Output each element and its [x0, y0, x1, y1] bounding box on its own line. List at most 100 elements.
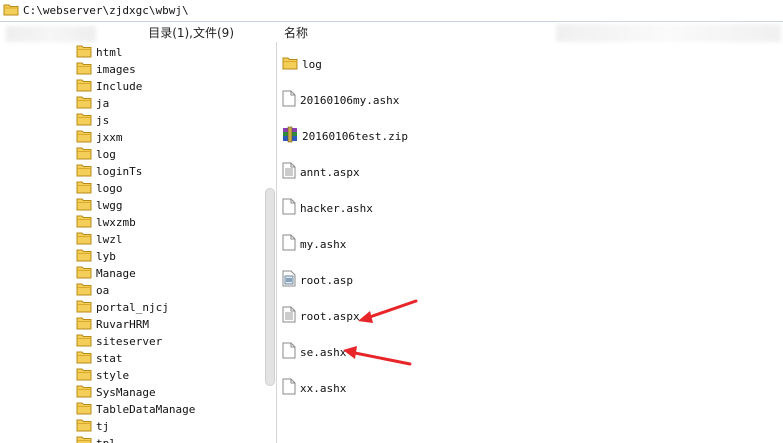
folder-icon	[3, 3, 19, 19]
tree-item-lwzl[interactable]: lwzl	[76, 231, 123, 248]
tree-item-logints[interactable]: loginTs	[76, 163, 142, 180]
folder-icon	[76, 401, 92, 418]
directory-summary-header: 目录(1),文件(9)	[0, 22, 264, 42]
folder-icon	[76, 180, 92, 197]
tree-item-label: portal_njcj	[96, 301, 169, 314]
tree-item-label: stat	[96, 352, 123, 365]
name-column-header[interactable]: 名称	[284, 22, 308, 42]
folder-icon	[76, 418, 92, 435]
folder-icon	[76, 112, 92, 129]
file-icon	[282, 198, 296, 218]
tree-item-label: jxxm	[96, 131, 123, 144]
tree-item-tpl[interactable]: tpl	[76, 435, 116, 443]
folder-icon	[76, 163, 92, 180]
tree-item-label: logo	[96, 182, 123, 195]
file-row[interactable]: annt.aspx	[282, 162, 360, 182]
folder-icon	[76, 129, 92, 146]
script-file-icon	[282, 270, 296, 290]
tree-item-sysmanage[interactable]: SysManage	[76, 384, 156, 401]
file-row[interactable]: my.ashx	[282, 234, 346, 254]
file-row[interactable]: xx.ashx	[282, 378, 346, 398]
folder-icon	[76, 282, 92, 299]
file-name: root.asp	[300, 273, 353, 287]
blurred-area	[556, 24, 781, 42]
tree-item-style[interactable]: style	[76, 367, 129, 384]
tree-item-js[interactable]: js	[76, 112, 109, 129]
file-row[interactable]: se.ashx	[282, 342, 346, 362]
folder-icon	[76, 214, 92, 231]
tree-item-html[interactable]: html	[76, 44, 123, 61]
tree-item-label: oa	[96, 284, 110, 297]
tree-item-ruvarhrm[interactable]: RuvarHRM	[76, 316, 149, 333]
text-file-icon	[282, 306, 296, 326]
directory-summary: 目录(1),文件(9)	[148, 25, 234, 40]
folder-icon	[76, 248, 92, 265]
tree-item-portal-njcj[interactable]: portal_njcj	[76, 299, 169, 316]
folder-icon	[76, 231, 92, 248]
folder-icon	[76, 265, 92, 282]
tree-item-label: loginTs	[96, 165, 143, 178]
folder-icon	[282, 56, 298, 73]
tree-item-label: log	[96, 148, 116, 161]
tree-item-tabledatamanage[interactable]: TableDataManage	[76, 401, 195, 418]
file-row[interactable]: root.aspx	[282, 306, 360, 326]
file-name: 20160106my.ashx	[300, 93, 400, 107]
tree-item-images[interactable]: images	[76, 61, 136, 78]
tree-item-lyb[interactable]: lyb	[76, 248, 116, 265]
file-row[interactable]: root.asp	[282, 270, 353, 290]
tree-item-include[interactable]: Include	[76, 78, 142, 95]
file-name: root.aspx	[300, 309, 360, 323]
tree-item-log[interactable]: log	[76, 146, 116, 163]
folder-icon	[76, 146, 92, 163]
folder-icon	[76, 384, 92, 401]
folder-icon	[76, 44, 92, 61]
folder-icon	[76, 299, 92, 316]
tree-item-label: Include	[96, 80, 143, 93]
tree-item-label: lyb	[96, 250, 116, 263]
tree-item-label: lwzl	[96, 233, 123, 246]
tree-item-ja[interactable]: ja	[76, 95, 109, 112]
folder-icon	[76, 78, 92, 95]
tree-item-stat[interactable]: stat	[76, 350, 123, 367]
file-list: log 20160106my.ashx 20160106test.zip annt.a…	[282, 46, 782, 443]
folder-icon	[76, 367, 92, 384]
tree-item-logo[interactable]: logo	[76, 180, 123, 197]
tree-item-manage[interactable]: Manage	[76, 265, 136, 282]
file-name: 20160106test.zip	[302, 129, 408, 143]
tree-item-lwgg[interactable]: lwgg	[76, 197, 123, 214]
tree-item-oa[interactable]: oa	[76, 282, 109, 299]
pane-divider[interactable]	[276, 42, 277, 443]
folder-icon	[76, 61, 92, 78]
current-path: C:\webserver\zjdxgc\wbwj\	[23, 4, 189, 17]
file-icon	[282, 90, 296, 110]
file-row[interactable]: hacker.ashx	[282, 198, 373, 218]
name-column-label: 名称	[284, 25, 309, 40]
file-row[interactable]: 20160106test.zip	[282, 126, 408, 146]
file-row[interactable]: log	[282, 54, 322, 74]
text-file-icon	[282, 162, 296, 182]
tree-item-tj[interactable]: tj	[76, 418, 109, 435]
file-row[interactable]: 20160106my.ashx	[282, 90, 399, 110]
tree-item-label: tpl	[96, 437, 116, 443]
tree-item-label: style	[96, 369, 130, 382]
file-name: my.ashx	[300, 237, 347, 251]
tree-item-label: SysManage	[96, 386, 156, 399]
tree-scrollbar-thumb[interactable]	[265, 188, 275, 386]
red-arrow-annotation	[343, 346, 412, 366]
file-name: log	[302, 57, 322, 71]
tree-item-siteserver[interactable]: siteserver	[76, 333, 162, 350]
file-name: annt.aspx	[300, 165, 360, 179]
zip-archive-icon	[282, 126, 298, 146]
file-name: hacker.ashx	[300, 201, 373, 215]
tree-item-label: lwgg	[96, 199, 123, 212]
tree-item-label: js	[96, 114, 110, 127]
tree-item-jxxm[interactable]: jxxm	[76, 129, 123, 146]
folder-icon	[76, 435, 92, 443]
tree-item-label: html	[96, 46, 123, 59]
path-bar[interactable]: C:\webserver\zjdxgc\wbwj\	[0, 0, 783, 22]
tree-item-label: siteserver	[96, 335, 163, 348]
tree-item-lwxzmb[interactable]: lwxzmb	[76, 214, 136, 231]
folder-icon	[76, 316, 92, 333]
folder-icon	[76, 350, 92, 367]
folder-tree: html images Include ja js jxxm log loginTs logo l…	[0, 42, 262, 443]
